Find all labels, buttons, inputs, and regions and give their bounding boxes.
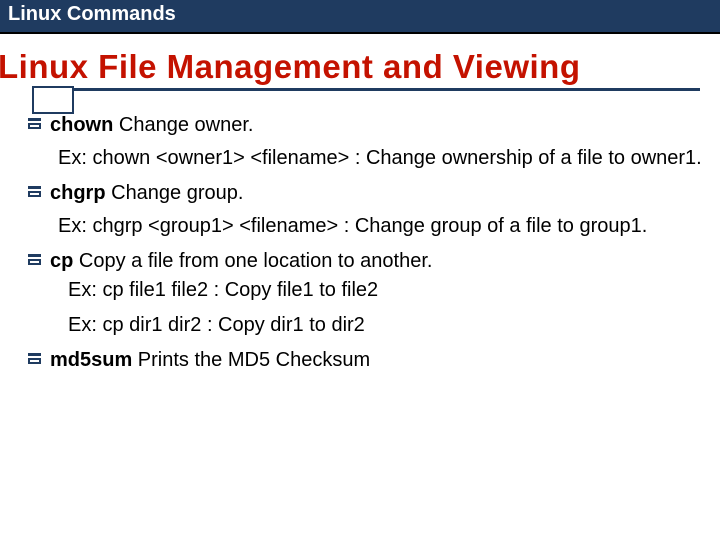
slide-header: Linux Commands	[0, 0, 720, 34]
title-decor-box	[32, 86, 74, 114]
chgrp-cmd: chgrp	[50, 182, 106, 204]
bullet-icon	[28, 353, 41, 364]
bullet-icon	[28, 186, 41, 197]
chown-example: Ex: chown <owner1> <filename> : Change o…	[58, 146, 702, 171]
list-item: md5sum Prints the MD5 Checksum	[28, 348, 702, 373]
cp-example-2: Ex: cp dir1 dir2 : Copy dir1 to dir2	[68, 313, 702, 338]
list-item: chown Change owner. Ex: chown <owner1> <…	[28, 113, 702, 171]
md5sum-cmd: md5sum	[50, 349, 132, 371]
bullet-icon	[28, 254, 41, 265]
slide-title: Linux File Management and Viewing	[0, 34, 720, 88]
chgrp-line: chgrp Change group.	[50, 181, 702, 206]
cp-cmd: cp	[50, 250, 73, 272]
md5sum-desc: Prints the MD5 Checksum	[132, 349, 370, 371]
title-underline	[52, 88, 700, 91]
chown-desc: Change owner.	[113, 114, 253, 136]
chgrp-example: Ex: chgrp <group1> <filename> : Change g…	[58, 214, 702, 239]
bullet-icon	[28, 118, 41, 129]
chgrp-desc: Change group.	[106, 182, 244, 204]
cp-line: cp Copy a file from one location to anot…	[50, 249, 702, 274]
chown-line: chown Change owner.	[50, 113, 702, 138]
cp-example-1: Ex: cp file1 file2 : Copy file1 to file2	[68, 278, 702, 303]
chown-cmd: chown	[50, 114, 113, 136]
list-item: cp Copy a file from one location to anot…	[28, 249, 702, 338]
title-area: Linux File Management and Viewing	[0, 34, 720, 91]
md5sum-line: md5sum Prints the MD5 Checksum	[50, 348, 702, 373]
slide-content: chown Change owner. Ex: chown <owner1> <…	[0, 91, 720, 373]
list-item: chgrp Change group. Ex: chgrp <group1> <…	[28, 181, 702, 239]
cp-desc: Copy a file from one location to another…	[73, 250, 432, 272]
